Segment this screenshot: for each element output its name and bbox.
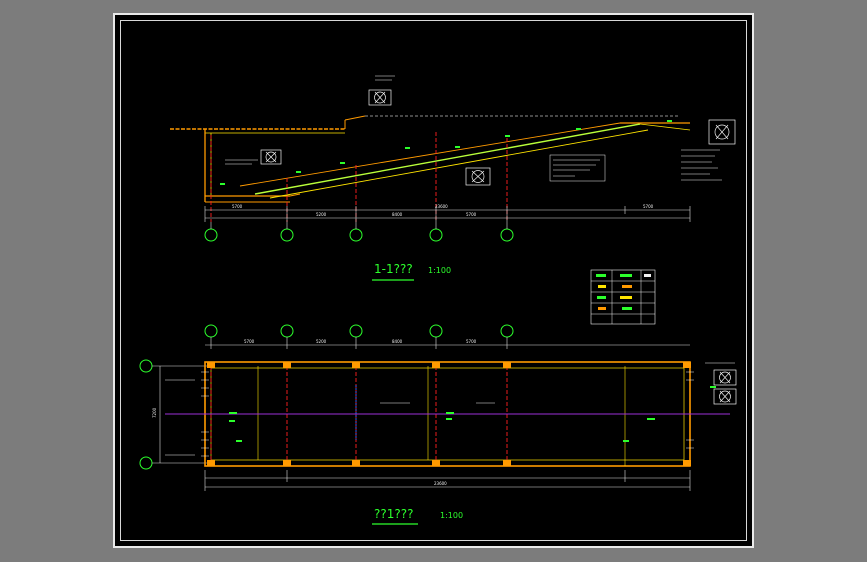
section-grid-bubbles: [204, 228, 514, 242]
upper-step: [344, 115, 366, 121]
plan-title: ??1???: [374, 507, 413, 521]
fan-symbol-right: [708, 119, 736, 145]
section-title: 1-1???: [374, 262, 413, 276]
section-dim-4: 5700: [466, 212, 477, 217]
plan-grid-lines: [210, 366, 626, 466]
bubble-leaders: [210, 222, 508, 229]
section-green-markers: [220, 120, 672, 185]
grid-bubble-4: [429, 228, 443, 242]
fan-symbol-mid: [465, 167, 491, 186]
plan-scale: 1:100: [440, 511, 463, 520]
section-view: 5700 5200 8400 5700 5700 23600 1-1??? 1:…: [170, 75, 736, 281]
plan-left-dim: 7200: [152, 407, 157, 418]
plan-dim-2: 5200: [316, 339, 327, 344]
fan-symbol-upper: [368, 89, 392, 106]
grid-bubble-5: [500, 228, 514, 242]
plan-grid-bubbles-top: [204, 324, 514, 338]
section-dim-1: 5700: [232, 204, 243, 209]
ramp-slope-bottom: [269, 129, 649, 199]
fan-symbol-plan-2: [713, 388, 737, 405]
fan-symbol-mid-left: [260, 149, 282, 165]
plan-dim-4: 5700: [466, 339, 477, 344]
ramp-top-edge: [639, 123, 691, 131]
plan-top-dimension: [205, 337, 690, 349]
section-dim-5: 5700: [643, 204, 654, 209]
plan-notes: [165, 362, 735, 456]
plan-grid-bubbles-left: [139, 359, 153, 470]
section-dim-labels: 5700 5200 8400 5700 5700 23600: [232, 204, 654, 217]
grid-bubble-1: [204, 228, 218, 242]
plan-dim-3: 8400: [392, 339, 403, 344]
plan-dim-total: 23600: [434, 481, 447, 486]
section-dim-2: 5200: [316, 212, 327, 217]
section-scale: 1:100: [428, 266, 451, 275]
plan-view: 5700 5200 8400 5700 7200 23600 ??1??? 1:…: [139, 324, 737, 525]
plan-dim-1: 5700: [244, 339, 255, 344]
section-dim-total: 23600: [435, 204, 448, 209]
ramp-slope-top: [254, 123, 641, 195]
plan-bottom-dimension: [204, 470, 691, 491]
cad-drawing-canvas: 5700 5200 8400 5700 5700 23600 1-1??? 1:…: [139, 75, 737, 525]
fan-symbol-plan-1: [713, 369, 737, 386]
grid-bubble-3: [349, 228, 363, 242]
legend-table: [590, 269, 656, 325]
grid-bubble-2: [280, 228, 294, 242]
section-dim-3: 8400: [392, 212, 403, 217]
section-grid-lines: [210, 132, 508, 222]
ramp-wall-line: [239, 122, 621, 187]
